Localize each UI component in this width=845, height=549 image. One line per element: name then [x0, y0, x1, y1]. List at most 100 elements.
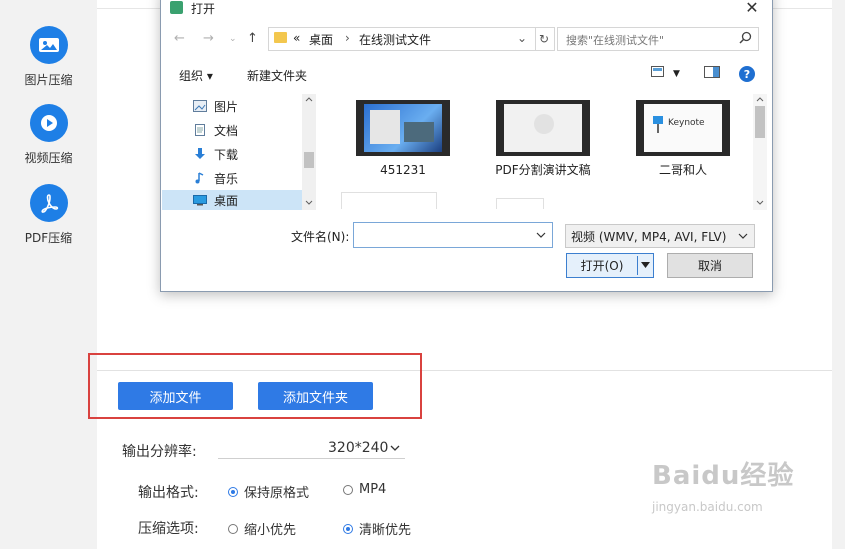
chevron-down-icon[interactable]: [641, 262, 650, 269]
file-item[interactable]: PDF分割演讲文稿: [478, 100, 608, 178]
tree-item-desktop[interactable]: 桌面: [162, 190, 302, 210]
file-item-partial: [496, 198, 544, 209]
radio-label: 缩小优先: [244, 523, 297, 538]
file-type-select[interactable]: 视频 (WMV, MP4, AVI, FLV): [565, 224, 755, 248]
address-prefix: «: [293, 31, 301, 45]
radio-label: MP4: [359, 482, 387, 497]
tree-scrollbar[interactable]: [302, 94, 316, 210]
add-folder-button[interactable]: 添加文件夹: [258, 382, 373, 410]
help-icon[interactable]: ?: [739, 66, 755, 82]
chevron-down-icon[interactable]: ⌄: [517, 31, 527, 45]
chevron-down-icon[interactable]: [536, 232, 546, 239]
breadcrumb-desktop[interactable]: 桌面: [309, 31, 333, 48]
radio-label: 保持原格式: [244, 486, 310, 501]
search-placeholder: 搜索"在线测试文件": [566, 34, 665, 47]
add-file-button[interactable]: 添加文件: [118, 382, 233, 410]
filename-input[interactable]: [353, 222, 553, 248]
new-folder-button[interactable]: 新建文件夹: [247, 67, 307, 84]
file-name: 二哥和人: [658, 163, 707, 177]
app-icon: [170, 1, 183, 14]
picture-folder-icon: [193, 100, 207, 112]
resolution-value: 320*240: [328, 440, 389, 456]
cancel-button[interactable]: 取消: [667, 253, 753, 278]
radio-icon: [228, 486, 238, 497]
compress-option-size[interactable]: 缩小优先: [228, 519, 296, 538]
open-button[interactable]: 打开(O): [566, 253, 654, 278]
back-arrow-icon[interactable]: ←: [174, 31, 185, 46]
dialog-title: 打开: [191, 2, 216, 16]
tree-item-documents[interactable]: 文档: [162, 118, 302, 142]
download-icon: [195, 148, 205, 159]
filename-label: 文件名(N):: [291, 230, 350, 244]
resolution-label: 输出分辨率:: [122, 444, 197, 460]
file-item[interactable]: 451231: [338, 100, 468, 178]
split-divider: [637, 256, 638, 275]
folder-tree: 图片 文档 下载 音乐 桌面: [162, 94, 303, 210]
dialog-titlebar[interactable]: 打开 ✕: [161, 0, 770, 20]
format-option-keep[interactable]: 保持原格式: [228, 482, 309, 501]
watermark: Baidu经验 jingyan.baidu.com: [652, 455, 794, 514]
search-input[interactable]: 搜索"在线测试文件": [557, 27, 759, 51]
resolution-select[interactable]: 320*240: [218, 438, 405, 459]
music-icon: [195, 172, 204, 184]
file-list: 451231 PDF分割演讲文稿 Keynote 二哥和人: [321, 94, 753, 210]
tree-item-label: 文档: [214, 123, 239, 138]
desktop-icon: [193, 195, 207, 206]
file-list-scrollbar[interactable]: [753, 94, 767, 210]
preview-pane-icon[interactable]: [704, 66, 720, 81]
compress-option-clarity[interactable]: 清晰优先: [343, 519, 411, 538]
sidebar: 图片压缩 视频压缩 PDF压缩: [0, 0, 97, 549]
sidebar-item-video-compress[interactable]: 视频压缩: [0, 104, 97, 166]
file-item-partial: [341, 192, 437, 209]
address-bar[interactable]: « 桌面 › 在线测试文件 ⌄: [268, 27, 536, 51]
up-arrow-icon[interactable]: ↑: [247, 31, 258, 46]
folder-icon: [274, 32, 287, 43]
chevron-down-icon: [390, 441, 400, 456]
keynote-label: Keynote: [668, 118, 705, 128]
play-icon: [29, 104, 68, 142]
chevron-right-icon: ›: [345, 31, 350, 45]
file-name: PDF分割演讲文稿: [495, 163, 591, 177]
view-icon[interactable]: [651, 66, 667, 81]
tree-item-label: 图片: [214, 99, 239, 114]
video-thumbnail-icon: Keynote: [636, 100, 730, 156]
tree-item-pictures[interactable]: 图片: [162, 94, 302, 118]
sidebar-item-image-compress[interactable]: 图片压缩: [0, 26, 97, 88]
sidebar-item-pdf-compress[interactable]: PDF压缩: [0, 184, 97, 246]
pdf-icon: [29, 184, 68, 222]
chevron-down-icon[interactable]: ⌄: [229, 34, 237, 44]
radio-label: 清晰优先: [359, 523, 412, 538]
chevron-down-icon: [738, 233, 748, 239]
tree-item-label: 下载: [214, 147, 239, 162]
breadcrumb-folder[interactable]: 在线测试文件: [359, 31, 431, 48]
sidebar-item-label: 图片压缩: [24, 73, 73, 87]
radio-icon: [343, 523, 353, 534]
file-item[interactable]: Keynote 二哥和人: [618, 100, 748, 178]
keynote-icon: [653, 116, 663, 133]
search-icon: [739, 31, 752, 48]
video-thumbnail-icon: [496, 100, 590, 156]
dialog-toolbar: 组织 ▾ 新建文件夹 ▼ ?: [161, 63, 770, 87]
tree-item-label: 桌面: [214, 193, 239, 208]
format-label: 输出格式:: [138, 485, 199, 501]
format-option-mp4[interactable]: MP4: [343, 482, 386, 497]
sidebar-item-label: PDF压缩: [24, 231, 73, 245]
compress-label: 压缩选项:: [138, 521, 199, 537]
open-file-dialog: 打开 ✕ ← → ⌄ ↑ « 桌面 › 在线测试文件 ⌄ ↻ 搜索"在线测试文件…: [160, 0, 773, 292]
watermark-url: jingyan.baidu.com: [652, 500, 763, 514]
chevron-down-icon[interactable]: ▼: [673, 69, 680, 79]
tree-item-music[interactable]: 音乐: [162, 166, 302, 190]
radio-icon: [228, 523, 238, 534]
tree-item-label: 音乐: [214, 171, 239, 186]
organize-menu[interactable]: 组织 ▾: [179, 67, 213, 84]
open-button-label: 打开(O): [580, 259, 624, 273]
close-icon[interactable]: ✕: [742, 0, 762, 17]
tree-item-downloads[interactable]: 下载: [162, 142, 302, 166]
sidebar-item-label: 视频压缩: [24, 151, 73, 165]
refresh-icon[interactable]: ↻: [534, 27, 555, 51]
image-icon: [29, 26, 68, 64]
forward-arrow-icon[interactable]: →: [203, 31, 214, 46]
file-type-value: 视频 (WMV, MP4, AVI, FLV): [571, 230, 727, 244]
file-name: 451231: [380, 163, 426, 177]
watermark-brand: Baidu经验: [652, 461, 795, 491]
